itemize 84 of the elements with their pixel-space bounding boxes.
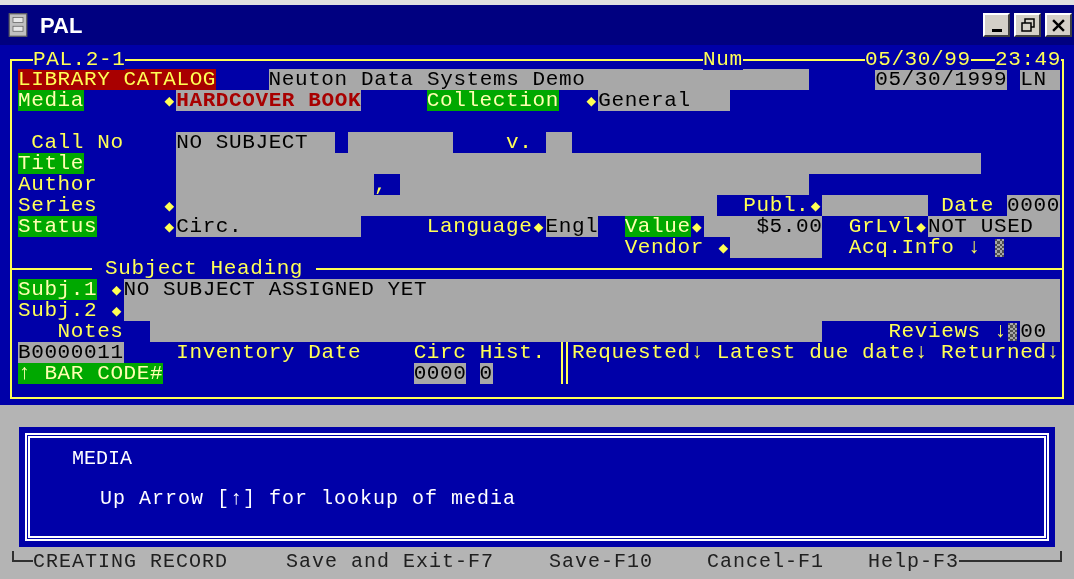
window-title: PAL [40, 11, 83, 40]
lookup-marker: ◆ [810, 195, 821, 216]
field-label: Subj.2 [18, 300, 98, 321]
count-field[interactable]: 0 [479, 363, 493, 384]
lookup-marker: ◆ [164, 195, 175, 216]
name-separator: , [374, 174, 389, 195]
lookup-marker: ◆ [164, 90, 175, 111]
file-cabinet-icon [8, 12, 28, 38]
field-label: Subj.1 [18, 279, 98, 300]
input-field[interactable] [176, 153, 981, 174]
function-key-hint: Help-F3 [868, 551, 960, 572]
function-key-hint: Save and Exit-F7 [286, 551, 495, 572]
column-header: Requested↓ [571, 342, 704, 363]
keyboard-mode: Num [703, 49, 743, 70]
record-date: 05/30/1999 [875, 69, 1008, 90]
input-field[interactable] [822, 195, 928, 216]
field-label: Media [18, 90, 84, 111]
restore-icon [1020, 18, 1035, 32]
column-header: Returned↓ [941, 342, 1060, 363]
module-title: LIBRARY CATALOG [18, 69, 216, 90]
restore-button[interactable] [1014, 13, 1041, 37]
input-field[interactable] [730, 237, 823, 258]
input-field[interactable]: NO SUBJECT ASSIGNED YET [123, 279, 1060, 300]
field-label: Collection [426, 90, 559, 111]
input-field[interactable]: NOT USED [927, 216, 1060, 237]
field-label: Notes [57, 321, 124, 342]
section-title: Subject Heading [104, 258, 305, 279]
function-key-hint: Save-F10 [549, 551, 654, 572]
field-label: Circ Hist. [413, 342, 546, 363]
help-title: MEDIA [72, 448, 133, 469]
lookup-marker: ◆ [533, 216, 544, 237]
field-label: Vendor [624, 237, 704, 258]
field-label: Publ. [743, 195, 810, 216]
lookup-marker: ◆ [111, 300, 122, 321]
field-label: Inventory Date [176, 342, 361, 363]
lookup-marker: ◆ [111, 279, 122, 300]
field-label: Value [624, 216, 691, 237]
count-field[interactable]: 0000 [413, 363, 467, 384]
input-field[interactable]: Engl [545, 216, 599, 237]
field-label: Language [426, 216, 533, 237]
help-text: Up Arrow [↑] for lookup of media [100, 488, 518, 509]
screen-id: PAL.2-1 [33, 49, 126, 70]
lookup-marker: ◆ [916, 216, 927, 237]
field-label: Status [18, 216, 98, 237]
field-label: Date [941, 195, 994, 216]
input-field[interactable]: 0000 [1007, 195, 1060, 216]
input-field[interactable] [545, 132, 572, 153]
input-field[interactable] [176, 195, 717, 216]
minimize-icon [991, 29, 1002, 32]
organization-name: Neuton Data Systems Demo [268, 69, 810, 90]
input-field[interactable] [149, 321, 823, 342]
input-field[interactable] [347, 132, 454, 153]
column-header: Latest due date↓ [716, 342, 929, 363]
close-button[interactable] [1045, 13, 1072, 37]
field-label: Reviews ↓ [888, 321, 1008, 342]
input-field[interactable]: General [598, 90, 731, 111]
field-label: Series [18, 195, 98, 216]
frame-line [12, 551, 33, 562]
column-divider [560, 342, 568, 384]
current-time: 23:49 [995, 49, 1061, 70]
function-key-hint: Cancel-F1 [707, 551, 825, 572]
input-field[interactable]: $5.00 [703, 216, 823, 237]
field-label: Call No [31, 132, 124, 153]
field-label: Title [18, 153, 84, 174]
shaded-block-icon[interactable] [993, 238, 1005, 257]
input-field[interactable]: NO SUBJECT [176, 132, 335, 153]
operator-initials: LN [1020, 69, 1060, 90]
input-field[interactable]: Circ. [176, 216, 361, 237]
field-label: Acq.Info ↓ [848, 237, 981, 258]
field-label: GrLvl [848, 216, 915, 237]
lookup-marker: ◆ [718, 237, 729, 258]
minimize-button[interactable] [983, 13, 1010, 37]
barcode-field[interactable]: B0000011 [18, 342, 124, 363]
field-label: v. [505, 132, 533, 153]
input-field[interactable]: 00 [1020, 321, 1060, 342]
field-label: Author [18, 174, 98, 195]
current-date: 05/30/99 [865, 49, 971, 70]
close-icon [1052, 18, 1065, 32]
shaded-block-icon[interactable] [1007, 322, 1019, 341]
record-mode: CREATING RECORD [33, 551, 229, 572]
field-label: ↑ BAR CODE# [18, 363, 164, 384]
lookup-marker: ◆ [692, 216, 703, 237]
lookup-marker: ◆ [586, 90, 597, 111]
lookup-marker: ◆ [164, 216, 175, 237]
